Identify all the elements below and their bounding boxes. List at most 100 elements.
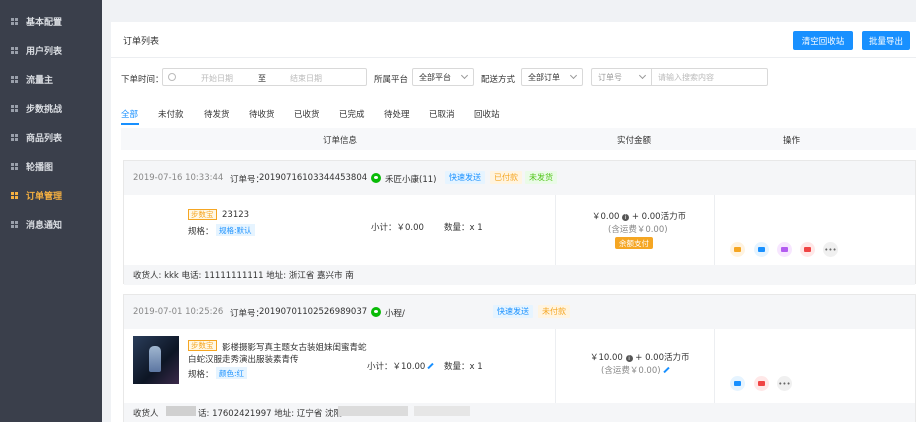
clear-recycle-button[interactable]: 清空回收站: [793, 31, 853, 50]
tab-cancelled[interactable]: 已取消: [429, 108, 455, 120]
sidebar-item-traffic[interactable]: 流量主: [0, 68, 102, 90]
spec-tag: 规格:默认: [216, 224, 255, 236]
sidebar-item-label: 用户列表: [26, 46, 63, 57]
divider: [714, 195, 715, 265]
points-value: + 0.00活力币: [631, 212, 687, 222]
delivery-label: 配送方式: [481, 75, 516, 85]
tab-to-ship[interactable]: 待发货: [204, 108, 230, 120]
print-icon[interactable]: [730, 376, 745, 391]
shipping-value: (含运费￥0.00): [601, 366, 661, 376]
grid-icon: [11, 133, 18, 141]
step-treasure-badge: 步数宝: [188, 209, 217, 220]
ship-icon[interactable]: [730, 242, 745, 257]
quantity: 数量：x 1: [444, 362, 483, 372]
shipping-note: (含运费￥0.00): [608, 225, 668, 235]
date-range-picker[interactable]: 开始日期 至 结束日期: [162, 68, 367, 86]
quantity: 数量：x 1: [444, 223, 483, 233]
sidebar-item-label: 步数挑战: [26, 104, 63, 115]
product-name-line2: 白蛇汉服走秀演出服装素青传: [188, 355, 299, 365]
info-icon[interactable]: i: [625, 355, 633, 362]
tab-received[interactable]: 已收货: [294, 108, 320, 120]
divider: [555, 329, 556, 403]
chevron-down-icon: [638, 71, 647, 80]
sidebar-item-products[interactable]: 商品列表: [0, 126, 102, 148]
status-badge: 未付款: [538, 305, 570, 318]
search-placeholder: 请输入搜索内容: [658, 72, 714, 82]
grid-icon: [11, 46, 18, 54]
platform-label: 所属平台: [374, 75, 409, 85]
tab-pending[interactable]: 待处理: [384, 108, 410, 120]
product-name: 23123: [222, 210, 250, 220]
tab-recycle-bin[interactable]: 回收站: [474, 108, 500, 120]
sidebar-item-users[interactable]: 用户列表: [0, 39, 102, 61]
more-icon[interactable]: •••: [823, 242, 838, 257]
comment-icon[interactable]: [800, 242, 815, 257]
start-date-input[interactable]: 开始日期: [201, 73, 233, 84]
sidebar-item-basic-config[interactable]: 基本配置: [0, 10, 102, 32]
edit-icon[interactable]: [427, 362, 435, 370]
wechat-icon: [371, 307, 381, 317]
platform-select[interactable]: 全部平台: [412, 68, 474, 86]
points-value: + 0.00活力币: [635, 353, 690, 363]
address-info: 收货人: kkk 电话: 11111111111 地址: 浙江省 嘉兴市 南: [133, 271, 354, 281]
sidebar-item-steps[interactable]: 步数挑战: [0, 97, 102, 119]
order-no: 20190701102526989037: [259, 307, 368, 317]
chevron-down-icon: [460, 71, 469, 80]
comment-icon[interactable]: [754, 376, 769, 391]
grid-icon: [11, 75, 18, 83]
grid-icon: [11, 17, 18, 25]
edit-icon[interactable]: [662, 366, 670, 374]
sidebar-item-label: 订单管理: [26, 191, 63, 202]
grid-icon: [11, 220, 18, 228]
order-datetime: 2019-07-16 10:33:44: [133, 173, 224, 183]
order-card: 2019-07-16 10:33:44 订单号： 201907161033444…: [123, 160, 916, 285]
divider: [714, 329, 715, 403]
tab-completed[interactable]: 已完成: [339, 108, 365, 120]
tab-all[interactable]: 全部: [121, 108, 138, 120]
order-datetime: 2019-07-01 10:25:26: [133, 307, 224, 317]
order-card: 2019-07-01 10:25:26 订单号： 201907011025269…: [123, 294, 916, 422]
spec-label: 规格：: [188, 370, 214, 380]
divider: [111, 57, 916, 58]
shipping-note: (含运费￥0.00): [601, 364, 670, 376]
pay-method-badge: 余额支付: [615, 237, 653, 249]
edit-address-icon[interactable]: [777, 242, 792, 257]
tab-to-receive[interactable]: 待收货: [249, 108, 275, 120]
sidebar-item-messages[interactable]: 消息通知: [0, 213, 102, 235]
end-date-input[interactable]: 结束日期: [290, 73, 322, 84]
subtotal: 小计：￥10.00: [367, 360, 435, 372]
address-info: 话: 17602421997 地址: 辽宁省 沈阳: [198, 409, 343, 419]
sidebar-item-label: 商品列表: [26, 133, 63, 144]
wechat-icon: [371, 173, 381, 183]
search-field-select[interactable]: 订单号: [591, 68, 651, 86]
spec-tag: 颜色:红: [216, 367, 248, 379]
more-icon[interactable]: •••: [777, 376, 792, 391]
delivery-select[interactable]: 全部订单: [521, 68, 583, 86]
range-separator: 至: [258, 74, 266, 83]
status-badge: 快速发送: [445, 171, 485, 184]
column-order-info: 订单信息: [323, 136, 358, 146]
amount: ￥0.00 i + 0.00活力币: [592, 210, 686, 222]
sidebar-item-label: 基本配置: [26, 17, 63, 28]
sidebar-item-label: 消息通知: [26, 220, 63, 231]
status-badge: 未发货: [525, 171, 557, 184]
subtotal-value: 小计：￥10.00: [367, 362, 426, 372]
sidebar-item-orders[interactable]: 订单管理: [0, 184, 102, 206]
search-input[interactable]: 请输入搜索内容: [651, 68, 768, 86]
info-icon[interactable]: i: [622, 214, 630, 221]
order-time-label: 下单时间：: [121, 75, 164, 85]
sidebar: 基本配置 用户列表 流量主 步数挑战 商品列表 轮播图 订单管理 消息通知: [0, 0, 102, 422]
order-no: 20190716103344453804: [259, 173, 368, 183]
column-amount: 实付金额: [617, 136, 652, 146]
redacted-address: [414, 406, 470, 416]
tab-unpaid[interactable]: 未付款: [158, 108, 184, 120]
batch-export-button[interactable]: 批量导出: [862, 31, 910, 50]
divider: [555, 195, 556, 265]
print-icon[interactable]: [754, 242, 769, 257]
active-tab-indicator: [121, 123, 139, 125]
column-actions: 操作: [783, 136, 801, 146]
sidebar-item-carousel[interactable]: 轮播图: [0, 155, 102, 177]
amount-value: ￥0.00: [592, 212, 620, 222]
redacted-name: [166, 406, 196, 416]
buyer-name: 小程/: [385, 309, 405, 319]
